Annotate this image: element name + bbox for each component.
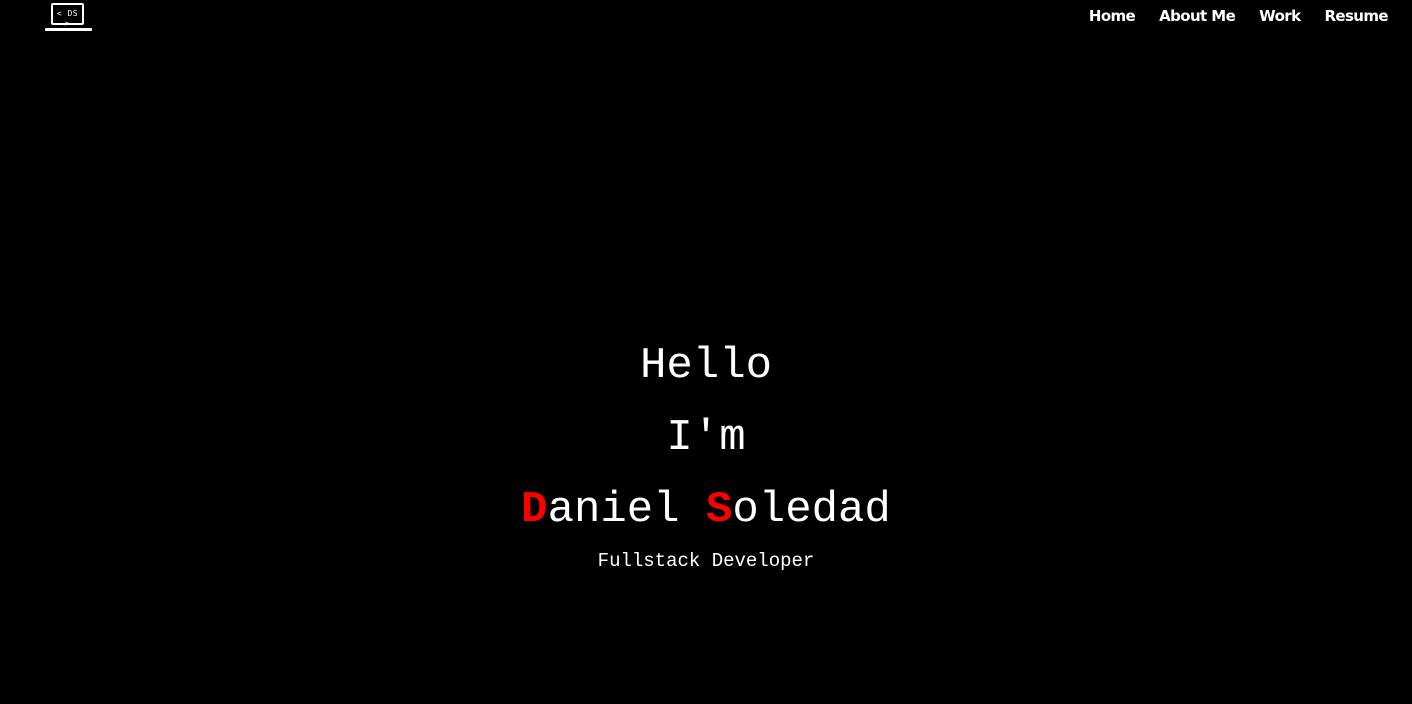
- logo-text: < DS >: [56, 9, 79, 28]
- logo-laptop-icon[interactable]: < DS >: [44, 3, 94, 33]
- first-name-initial: D: [521, 485, 548, 535]
- nav-work-link[interactable]: Work: [1247, 6, 1312, 26]
- hero-intro: I'm: [666, 413, 746, 463]
- last-name-rest: oledad: [732, 485, 891, 535]
- first-name-rest: aniel: [547, 485, 680, 535]
- main-nav: Home About Me Work Resume: [1077, 6, 1389, 26]
- hero-section: Hello I'm Daniel Soledad Fullstack Devel…: [0, 330, 1412, 574]
- nav-about-me-link[interactable]: About Me: [1147, 6, 1247, 26]
- hero-subtitle: Fullstack Developer: [597, 550, 815, 572]
- nav-home-link[interactable]: Home: [1077, 6, 1147, 26]
- hero-greeting: Hello: [639, 341, 773, 391]
- logo-screen: < DS >: [51, 3, 84, 28]
- last-name-initial: S: [706, 485, 733, 535]
- hero-name: Daniel Soledad: [0, 474, 1412, 546]
- logo-base: [45, 28, 92, 31]
- nav-resume-link[interactable]: Resume: [1312, 6, 1388, 26]
